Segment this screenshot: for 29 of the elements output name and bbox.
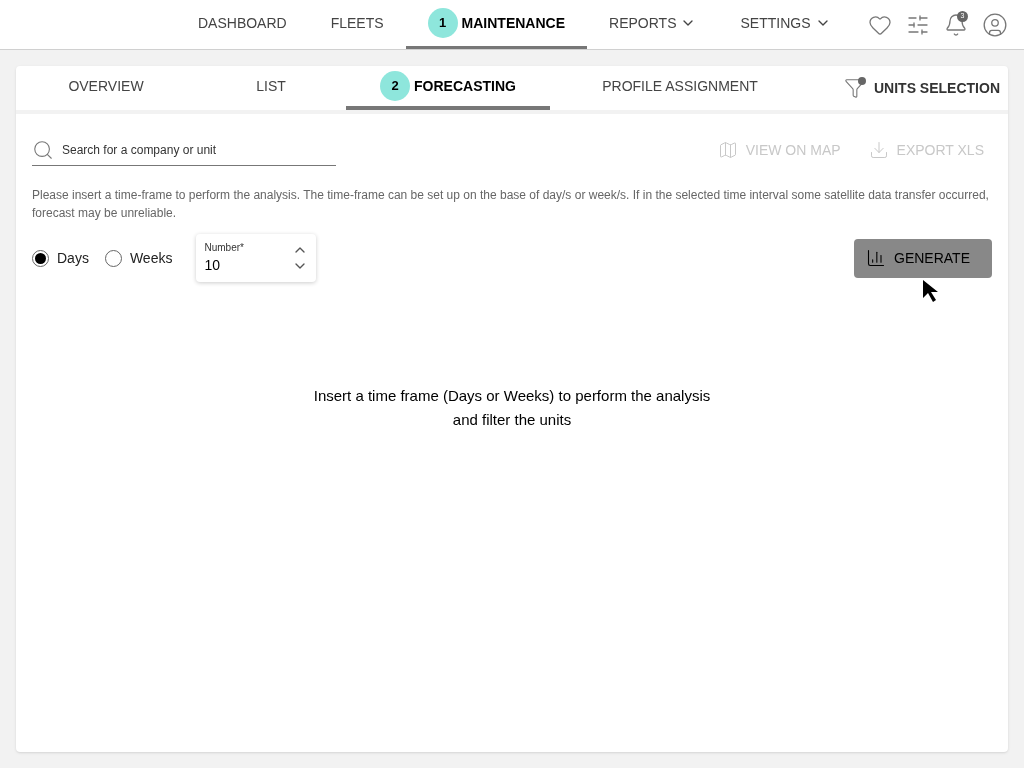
empty-state-text: and filter the units	[452, 410, 572, 430]
tab[interactable]: OVERVIEW	[16, 66, 196, 110]
chart-icon	[866, 248, 886, 268]
nav-item[interactable]: 1 MAINTENANCE	[405, 0, 588, 49]
tab[interactable]: LIST	[196, 66, 346, 110]
nav-item[interactable]: FLEETS	[308, 0, 406, 49]
filter-icon	[844, 77, 866, 99]
field-value: 10	[204, 256, 222, 275]
info-text: Please insert a time-frame to perform the analysis. The time-frame can be set up on the base of day/s or week/s. If in the selected time interval some satellite data transfer occurred, forecast may be unreliable.	[31, 187, 990, 222]
notification-icon[interactable]	[944, 12, 968, 37]
number-field[interactable]: Number* 10	[196, 234, 317, 282]
search-field[interactable]: Search for a company or unit	[62, 140, 336, 159]
step-badge: 1	[427, 8, 458, 38]
map-icon	[717, 140, 738, 160]
units-selection-button[interactable]: UNITS SELECTION	[844, 66, 1000, 110]
tab[interactable]: PROFILE ASSIGNMENT	[550, 66, 810, 110]
nav-item[interactable]: SETTINGS	[718, 0, 853, 49]
generate-button[interactable]: GENERATE	[854, 238, 992, 278]
nav-item[interactable]: DASHBOARD	[176, 0, 309, 49]
empty-state-text: Insert a time frame (Days or Weeks) to perform the analysis	[313, 386, 711, 406]
nav-item[interactable]: REPORTS	[587, 0, 719, 49]
field-label: Number*	[204, 241, 245, 255]
download-icon	[868, 140, 889, 160]
radio-label: Days	[57, 248, 89, 268]
tab[interactable]: 2 FORECASTING	[346, 66, 550, 110]
user-icon[interactable]	[982, 11, 1008, 38]
search-icon	[32, 138, 54, 161]
step-badge: 2	[380, 71, 411, 101]
radio-label: Weeks	[129, 248, 173, 268]
